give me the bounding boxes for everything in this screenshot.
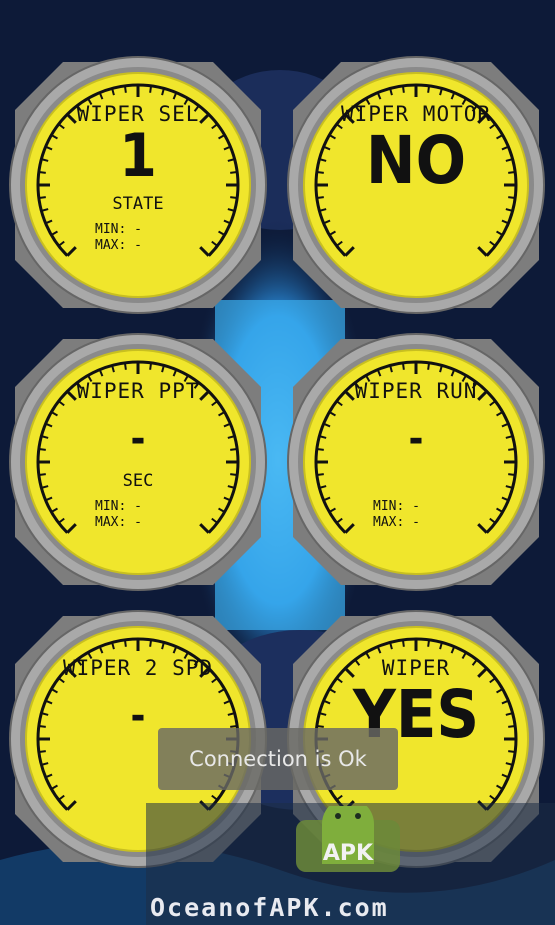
toast-message: Connection is Ok xyxy=(158,728,398,790)
gauge-min: MIN: - xyxy=(95,499,142,514)
toast-text: Connection is Ok xyxy=(189,747,367,771)
gauge-max: MAX: - xyxy=(95,515,142,530)
gauge-unit: STATE xyxy=(112,194,164,214)
gauge-max: MAX: - xyxy=(95,238,142,253)
gauge-title: WIPER 2 SPD xyxy=(62,656,214,680)
gauge-wiper-run[interactable]: WIPER RUN - MIN: - MAX: - xyxy=(281,327,551,597)
gauge-value: - xyxy=(408,416,424,462)
gauge-title: WIPER PPT xyxy=(76,379,200,403)
gauge-value: 1 xyxy=(119,121,157,191)
gauge-min: MIN: - xyxy=(95,222,142,237)
gauge-max: MAX: - xyxy=(373,515,420,530)
gauge-value: - xyxy=(130,416,146,462)
gauge-wiper-motor[interactable]: WIPER MOTOR NO xyxy=(281,50,551,320)
android-apk-logo: APK xyxy=(296,806,400,872)
gauge-wiper-ppt[interactable]: WIPER PPT - SEC MIN: - MAX: - xyxy=(3,327,273,597)
gauge-unit: SEC xyxy=(122,471,154,491)
apk-logo-text: APK xyxy=(323,841,374,866)
gauge-face xyxy=(9,333,267,591)
gauge-min: MIN: - xyxy=(373,499,420,514)
gauge-title: WIPER RUN xyxy=(354,379,478,403)
gauge-wiper-sel[interactable]: WIPER SEL 1 STATE MIN: - MAX: - xyxy=(3,50,273,320)
gauge-value: NO xyxy=(365,122,467,199)
watermark-text: OceanofAPK.com xyxy=(150,893,389,922)
gauge-face xyxy=(287,333,545,591)
